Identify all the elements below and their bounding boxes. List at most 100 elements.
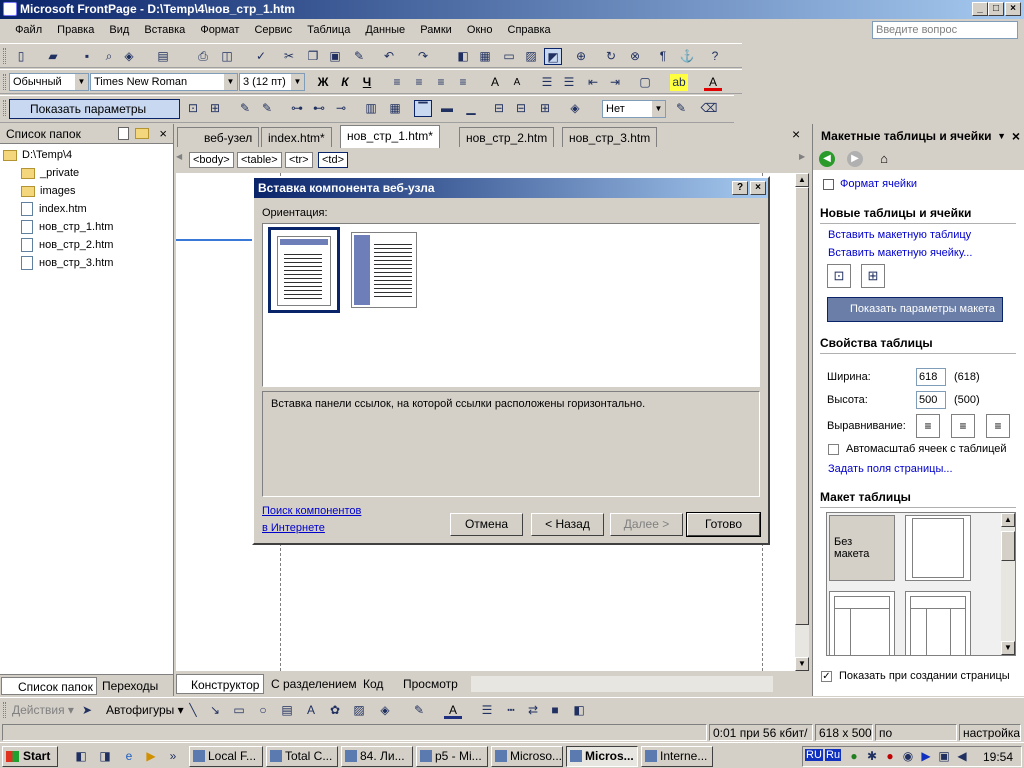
volume-icon[interactable]: ◀: [953, 748, 971, 765]
find-online-link[interactable]: в Интернете: [262, 522, 325, 534]
autofit-icon[interactable]: ⊟: [490, 100, 508, 117]
tree-item[interactable]: index.htm: [3, 200, 173, 218]
autoscale-checkbox[interactable]: [828, 444, 839, 455]
home-icon[interactable]: ⌂: [875, 151, 893, 167]
anchor-icon[interactable]: ⚓: [678, 48, 696, 65]
tab-page3[interactable]: нов_стр_3.htm: [562, 127, 658, 147]
rectangle-icon[interactable]: ▭: [230, 702, 248, 719]
show-layout-tools-button[interactable]: Показать параметры макета: [9, 99, 180, 134]
merge-cells-icon[interactable]: ⊸: [332, 100, 350, 117]
highlight-icon[interactable]: ab: [670, 74, 688, 91]
quicklaunch-icon[interactable]: ◨: [96, 748, 114, 765]
quicklaunch-icon[interactable]: ◧: [72, 748, 90, 765]
autoshapes-menu[interactable]: Автофигуры ▾: [106, 703, 184, 717]
tab-page2[interactable]: нов_стр_2.htm: [459, 127, 555, 147]
menu-insert[interactable]: Вставка: [138, 19, 191, 41]
tree-item[interactable]: нов_стр_2.htm: [3, 236, 173, 254]
tree-item[interactable]: нов_стр_1.htm: [3, 218, 173, 236]
style-select[interactable]: Обычный ▼: [9, 73, 89, 91]
tab-preview[interactable]: Просмотр: [391, 674, 462, 694]
web-component-icon[interactable]: ◧: [454, 48, 472, 65]
more-icon[interactable]: »: [164, 748, 182, 765]
tab-design[interactable]: Конструктор: [176, 674, 265, 694]
cut-icon[interactable]: ✂: [280, 48, 298, 65]
arrow-style-icon[interactable]: ⇄: [524, 702, 542, 719]
draw-layout-table-icon[interactable]: ⊡: [827, 264, 851, 288]
maximize-button[interactable]: □: [988, 2, 1004, 16]
align-bottom-icon[interactable]: ▁: [462, 100, 480, 117]
layout-thumb[interactable]: [905, 515, 971, 581]
publish-icon[interactable]: ◈: [120, 48, 138, 65]
font-size-select[interactable]: 3 (12 пт) ▼: [239, 73, 305, 91]
underline-button[interactable]: Ч: [358, 74, 376, 91]
start-button[interactable]: Start: [2, 746, 58, 767]
close-icon[interactable]: ×: [159, 124, 167, 144]
paste-icon[interactable]: ▣: [326, 48, 344, 65]
menu-view[interactable]: Вид: [103, 19, 135, 41]
tab-split[interactable]: С разделением: [259, 674, 361, 694]
draw-layout-cell-icon[interactable]: ⊞: [861, 264, 885, 288]
shadow-icon[interactable]: ■: [546, 702, 564, 719]
font-color-icon[interactable]: A: [704, 74, 722, 91]
search-icon[interactable]: ⌕: [100, 48, 118, 65]
horizontal-option[interactable]: [268, 227, 340, 313]
line-color-icon[interactable]: ✎: [410, 702, 428, 719]
horizontal-scrollbar[interactable]: [471, 676, 773, 692]
tray-icon[interactable]: ◉: [899, 748, 917, 765]
toolbar-grip[interactable]: [3, 74, 6, 90]
grow-font-icon[interactable]: A: [486, 74, 504, 91]
taskbar-item[interactable]: Total C...: [266, 746, 338, 767]
new-page-icon[interactable]: ▯: [12, 48, 30, 65]
align-center-icon[interactable]: ≡: [410, 74, 428, 91]
preview-icon[interactable]: ◫: [218, 48, 236, 65]
menu-data[interactable]: Данные: [359, 19, 411, 41]
picture-icon[interactable]: ▨: [522, 48, 540, 65]
scroll-up-icon[interactable]: ▲: [795, 173, 809, 187]
insert-layout-table-link[interactable]: Вставить макетную таблицу: [828, 229, 971, 241]
help-button[interactable]: ?: [732, 181, 748, 195]
align-middle-icon[interactable]: ▬: [438, 100, 456, 117]
taskbar-item[interactable]: Local F...: [189, 746, 263, 767]
toolbar-grip[interactable]: [3, 100, 6, 116]
textbox-icon[interactable]: ▤: [278, 702, 296, 719]
menu-format[interactable]: Формат: [194, 19, 245, 41]
new-page-icon[interactable]: [118, 127, 129, 140]
toggle-pane-icon[interactable]: ▤: [154, 48, 172, 65]
cell-properties-icon[interactable]: ✎: [258, 100, 276, 117]
close-icon[interactable]: ×: [792, 126, 800, 142]
tag-body[interactable]: <body>: [189, 152, 234, 168]
insert-layout-cell-link[interactable]: Вставить макетную ячейку...: [828, 247, 972, 259]
stop-icon[interactable]: ⊗: [626, 48, 644, 65]
table-properties-icon[interactable]: ✎: [236, 100, 254, 117]
format-painter-icon[interactable]: ✎: [350, 48, 368, 65]
wordart-icon[interactable]: A: [302, 702, 320, 719]
forward-icon[interactable]: ▶: [847, 151, 863, 167]
new-folder-icon[interactable]: [135, 128, 149, 139]
tab-code[interactable]: Код: [351, 674, 387, 694]
scroll-down-icon[interactable]: ▼: [795, 657, 809, 671]
drawing-icon[interactable]: ◩: [544, 48, 562, 65]
tab-page1[interactable]: нов_стр_1.htm*: [340, 125, 440, 148]
numbering-icon[interactable]: ☰: [538, 74, 556, 91]
toolbar-grip[interactable]: [3, 48, 6, 64]
scroll-thumb[interactable]: [795, 187, 809, 625]
tag-table[interactable]: <table>: [237, 152, 282, 168]
font-select[interactable]: Times New Roman ▼: [90, 73, 238, 91]
no-layout-thumb[interactable]: Без макета: [829, 515, 895, 581]
italic-button[interactable]: К: [336, 74, 354, 91]
tree-item[interactable]: images: [3, 182, 173, 200]
copy-icon[interactable]: ❐: [304, 48, 322, 65]
align-left-icon[interactable]: ≡: [388, 74, 406, 91]
clipart-icon[interactable]: ✿: [326, 702, 344, 719]
page-margins-link[interactable]: Задать поля страницы...: [828, 463, 953, 475]
tray-icon[interactable]: ●: [845, 748, 863, 765]
back-button[interactable]: < Назад: [531, 513, 604, 536]
taskbar-item[interactable]: Interne...: [641, 746, 713, 767]
taskbar-item-active[interactable]: Micros...: [566, 746, 638, 767]
border-select[interactable]: Нет ▼: [602, 100, 666, 118]
tray-icon[interactable]: ●: [881, 748, 899, 765]
3d-icon[interactable]: ◧: [570, 702, 588, 719]
select-arrow-icon[interactable]: ➤: [78, 702, 96, 719]
table-autoformat-icon[interactable]: ⊟: [512, 100, 530, 117]
increase-indent-icon[interactable]: ⇥: [606, 74, 624, 91]
